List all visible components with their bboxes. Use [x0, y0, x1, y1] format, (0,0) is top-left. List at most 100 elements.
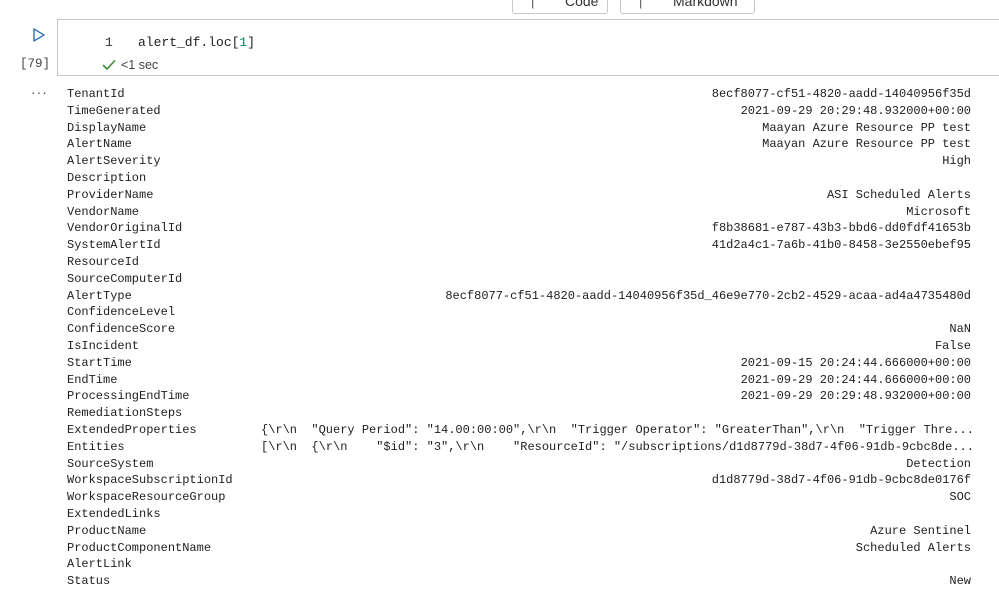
output-row: SourceComputerId	[67, 271, 971, 288]
field-value: NaN	[949, 322, 971, 337]
field-value: False	[934, 338, 971, 353]
output-more-actions-button[interactable]: ···	[31, 84, 48, 100]
line-number: 1	[105, 35, 113, 50]
run-cell-button[interactable]	[31, 27, 47, 43]
field-name: ExtendedLinks	[67, 506, 161, 521]
output-row: EndTime 2021-09-29 20:24:44.666000+00:00	[67, 372, 971, 389]
field-name: DisplayName	[67, 120, 147, 135]
field-value: Microsoft	[906, 204, 971, 219]
field-value: Maayan Azure Resource PP test	[762, 120, 971, 135]
output-row: StartTime 2021-09-15 20:24:44.666000+00:0…	[67, 355, 971, 372]
field-value: ASI Scheduled Alerts	[826, 187, 971, 202]
output-row: ConfidenceScore NaN	[67, 321, 971, 338]
code-editor[interactable]: alert_df.loc[1]	[138, 35, 255, 50]
field-name: AlertName	[67, 137, 132, 152]
add-markdown-cell-button[interactable]: | Markdown	[620, 0, 755, 14]
field-name: IsIncident	[67, 338, 140, 353]
field-value: Azure Sentinel	[870, 523, 971, 538]
field-name: WorkspaceSubscriptionId	[67, 473, 233, 488]
output-row: VendorOriginalId f8b38681-e787-43b3-bbd6-…	[67, 220, 971, 237]
field-name: EndTime	[67, 372, 118, 387]
play-icon	[33, 28, 45, 42]
field-name: ProcessingEndTime	[67, 389, 190, 404]
field-value: d1d8779d-38d7-4f06-91db-9cbc8de0176f	[711, 473, 971, 488]
field-name: Entities	[67, 439, 125, 454]
field-name: WorkspaceResourceGroup	[67, 490, 226, 505]
add-code-label: Code	[565, 0, 599, 9]
output-row: ExtendedProperties {\r\n "Query Period": …	[67, 422, 974, 439]
cell-output: TenantId 8ecf8077-cf51-4820-aadd-14040956…	[67, 86, 974, 590]
output-row: SourceSystem Detection	[67, 456, 971, 473]
field-value: f8b38681-e787-43b3-bbd6-dd0fdf41653b	[711, 221, 971, 236]
field-name: AlertLink	[67, 557, 132, 572]
field-value: 2021-09-29 20:24:44.666000+00:00	[740, 372, 971, 387]
field-value: [\r\n {\r\n "$id": "3",\r\n "ResourceId"…	[261, 439, 974, 454]
execution-status: <1 sec	[102, 58, 158, 72]
field-name: VendorOriginalId	[67, 221, 183, 236]
output-row: ProductComponentName Scheduled Alerts	[67, 540, 971, 557]
code-text-end: ]	[247, 35, 256, 50]
field-name: RemediationSteps	[67, 406, 183, 421]
field-value: 8ecf8077-cf51-4820-aadd-14040956f35d_46e…	[445, 288, 971, 303]
field-name: SourceSystem	[67, 456, 154, 471]
field-name: Description	[67, 170, 147, 185]
execution-time: <1 sec	[121, 58, 159, 72]
field-name: SystemAlertId	[67, 238, 161, 253]
field-value: High	[942, 154, 971, 169]
output-row: VendorName Microsoft	[67, 204, 971, 221]
output-row: AlertType 8ecf8077-cf51-4820-aadd-1404095…	[67, 288, 971, 305]
field-value: 2021-09-29 20:29:48.932000+00:00	[740, 389, 971, 404]
field-name: TenantId	[67, 87, 125, 101]
field-name: ProductComponentName	[67, 540, 212, 555]
output-row: AlertName Maayan Azure Resource PP test	[67, 136, 971, 153]
code-text: alert_df.loc[	[138, 35, 240, 50]
field-value: SOC	[949, 490, 971, 505]
output-row: Entities [\r\n {\r\n "$id": "3",\r\n "Res…	[67, 439, 974, 456]
add-markdown-label: Markdown	[673, 0, 738, 9]
output-row: AlertLink	[67, 556, 971, 573]
check-icon	[102, 60, 116, 70]
output-row: RemediationSteps	[67, 405, 971, 422]
add-code-cell-button[interactable]: | Code	[512, 0, 608, 14]
output-row: ProcessingEndTime 2021-09-29 20:29:48.932…	[67, 388, 971, 405]
field-name: TimeGenerated	[67, 103, 161, 118]
field-name: SourceComputerId	[67, 271, 183, 286]
field-name: Status	[67, 574, 111, 589]
output-row: IsIncident False	[67, 338, 971, 355]
field-value: Detection	[906, 456, 971, 471]
field-name: ProviderName	[67, 187, 154, 202]
field-value: New	[949, 574, 971, 589]
output-row: ProductName Azure Sentinel	[67, 523, 971, 540]
field-name: ExtendedProperties	[67, 422, 197, 437]
output-row: ExtendedLinks	[67, 506, 971, 523]
plus-icon: |	[639, 0, 643, 9]
output-row: SystemAlertId 41d2a4c1-7a6b-41b0-8458-3e2…	[67, 237, 971, 254]
output-row: Status New	[67, 573, 971, 590]
output-row: TimeGenerated 2021-09-29 20:29:48.932000+…	[67, 103, 971, 120]
field-name: ResourceId	[67, 254, 140, 269]
field-name: StartTime	[67, 355, 132, 370]
output-row: DisplayName Maayan Azure Resource PP test	[67, 120, 971, 137]
output-row: ResourceId	[67, 254, 971, 271]
field-name: VendorName	[67, 204, 140, 219]
output-row: TenantId 8ecf8077-cf51-4820-aadd-14040956…	[67, 86, 971, 103]
field-value: 2021-09-15 20:24:44.666000+00:00	[740, 355, 971, 370]
field-name: AlertType	[67, 288, 132, 303]
output-row: AlertSeverity High	[67, 153, 971, 170]
field-value: 8ecf8077-cf51-4820-aadd-14040956f35d	[711, 87, 971, 101]
field-name: ConfidenceScore	[67, 322, 176, 337]
output-row: ConfidenceLevel	[67, 304, 971, 321]
output-row: WorkspaceSubscriptionId d1d8779d-38d7-4f0…	[67, 472, 971, 489]
code-cell[interactable]: 1 alert_df.loc[1] <1 sec	[57, 19, 999, 76]
output-row: ProviderName ASI Scheduled Alerts	[67, 187, 971, 204]
plus-icon: |	[531, 0, 535, 9]
field-value: Scheduled Alerts	[855, 540, 971, 555]
field-value: 41d2a4c1-7a6b-41b0-8458-3e2550ebef95	[711, 238, 971, 253]
execution-count: [79]	[20, 57, 51, 71]
output-row: WorkspaceResourceGroup SOC	[67, 489, 971, 506]
field-name: ProductName	[67, 523, 147, 538]
field-value: 2021-09-29 20:29:48.932000+00:00	[740, 103, 971, 118]
field-value: Maayan Azure Resource PP test	[762, 137, 971, 152]
field-value: {\r\n "Query Period": "14.00:00:00",\r\n…	[261, 422, 974, 437]
output-row: Description	[67, 170, 971, 187]
